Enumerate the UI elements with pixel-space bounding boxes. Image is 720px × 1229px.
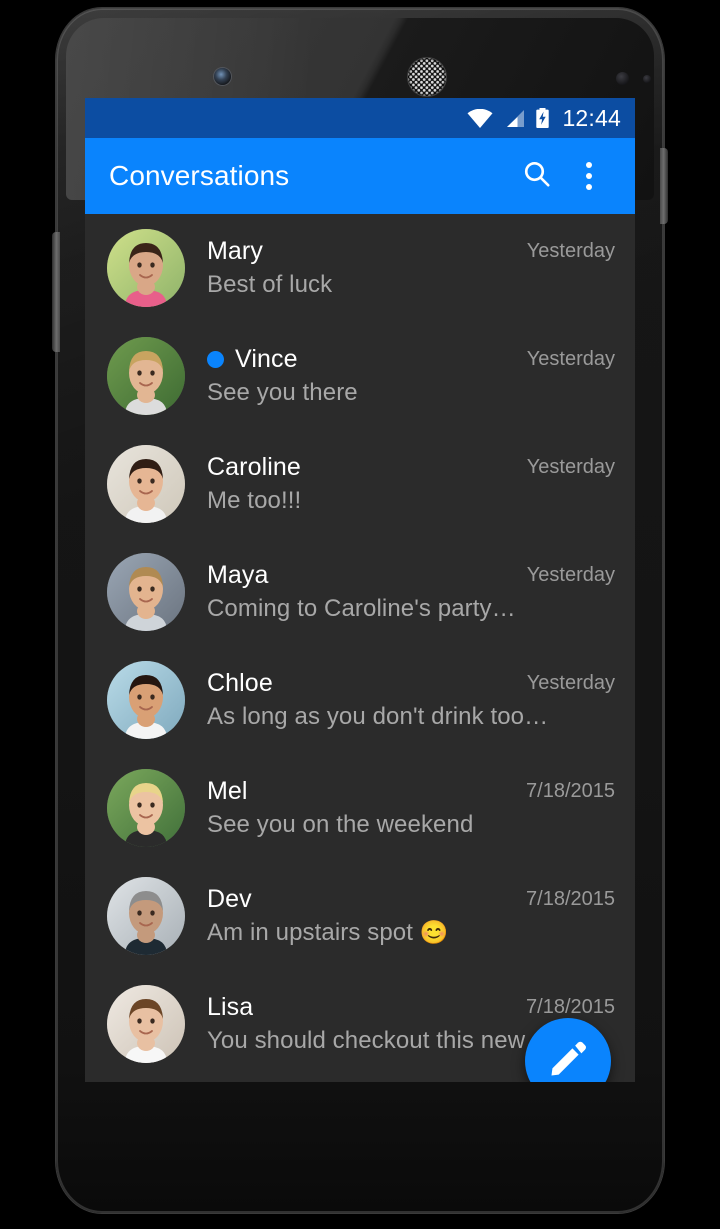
conversation-content: Maya Yesterday Coming to Caroline's party… [207, 561, 615, 623]
conversation-list[interactable]: Mary Yesterday Best of luck Vince Yesterday… [85, 214, 635, 1082]
avatar [107, 337, 185, 415]
message-preview-text: See you there [207, 379, 358, 406]
search-button[interactable] [511, 150, 563, 202]
conversation-content: Mel 7/18/2015 See you on the weekend [207, 777, 615, 839]
contact-name: Dev [207, 885, 252, 913]
message-preview: Best of luck [207, 271, 615, 299]
conversation-header: Caroline Yesterday [207, 453, 615, 482]
conversation-content: Chloe Yesterday As long as you don't drink… [207, 669, 615, 731]
status-bar-clock: 12:44 [562, 104, 621, 131]
overflow-menu-icon [586, 162, 592, 190]
avatar [107, 661, 185, 739]
proximity-sensor-icon [616, 72, 629, 85]
contact-name: Lisa [207, 993, 254, 1021]
message-timestamp: 7/18/2015 [526, 996, 615, 1018]
contact-name: Vince [235, 345, 298, 373]
power-button[interactable] [660, 148, 668, 224]
message-preview: See you there [207, 379, 615, 407]
message-timestamp: Yesterday [526, 348, 615, 370]
avatar [107, 877, 185, 955]
battery-charging-icon [534, 107, 551, 129]
message-preview-text: Coming to Caroline's party… [207, 595, 516, 622]
message-preview-text: You should checkout this new club [207, 1027, 577, 1054]
phone-screen: 12:44 Conversations Mary Yesterday Best … [85, 98, 635, 1082]
conversation-row[interactable]: Caroline Yesterday Me too!!! [85, 430, 635, 538]
message-timestamp: Yesterday [526, 240, 615, 262]
conversation-row[interactable]: Mary Yesterday Best of luck [85, 214, 635, 322]
light-sensor-icon [643, 75, 651, 83]
conversation-header: Vince Yesterday [207, 345, 615, 374]
wifi-icon [467, 108, 493, 128]
overflow-menu-button[interactable] [563, 150, 615, 202]
avatar [107, 445, 185, 523]
conversation-header: Maya Yesterday [207, 561, 615, 590]
conversation-header: Mary Yesterday [207, 237, 615, 266]
message-timestamp: Yesterday [526, 672, 615, 694]
message-preview: See you on the weekend [207, 811, 615, 839]
earpiece-speaker-icon [408, 58, 446, 96]
avatar [107, 985, 185, 1063]
cellular-signal-icon [502, 109, 525, 128]
message-timestamp: Yesterday [526, 564, 615, 586]
volume-rocker-button[interactable] [52, 232, 60, 352]
contact-name: Mary [207, 237, 263, 265]
message-preview-text: Me too!!! [207, 487, 302, 514]
status-bar: 12:44 [85, 98, 635, 138]
conversation-header: Mel 7/18/2015 [207, 777, 615, 806]
contact-name: Maya [207, 561, 269, 589]
message-preview: Am in upstairs spot 😊 [207, 919, 615, 947]
conversation-content: Caroline Yesterday Me too!!! [207, 453, 615, 515]
contact-name: Caroline [207, 453, 301, 481]
message-timestamp: 7/18/2015 [526, 780, 615, 802]
conversation-content: Vince Yesterday See you there [207, 345, 615, 407]
unread-indicator-dot [207, 351, 224, 368]
contact-name: Mel [207, 777, 248, 805]
conversation-header: Lisa 7/18/2015 [207, 993, 615, 1022]
compose-pencil-icon [546, 1037, 590, 1083]
conversation-row[interactable]: Maya Yesterday Coming to Caroline's party… [85, 538, 635, 646]
avatar [107, 769, 185, 847]
message-timestamp: Yesterday [526, 456, 615, 478]
screenshot-stage: 12:44 Conversations Mary Yesterday Best … [0, 0, 720, 1229]
message-preview: As long as you don't drink too… [207, 703, 615, 731]
front-camera-icon [214, 68, 231, 85]
conversation-content: Dev 7/18/2015 Am in upstairs spot 😊 [207, 885, 615, 947]
app-bar: Conversations [85, 138, 635, 214]
search-icon [522, 159, 552, 194]
conversation-content: Mary Yesterday Best of luck [207, 237, 615, 299]
message-preview-text: See you on the weekend [207, 811, 474, 838]
message-timestamp: 7/18/2015 [526, 888, 615, 910]
page-title: Conversations [109, 160, 290, 191]
message-preview-text: As long as you don't drink too… [207, 703, 549, 730]
conversation-row[interactable]: Vince Yesterday See you there [85, 322, 635, 430]
conversation-row[interactable]: Dev 7/18/2015 Am in upstairs spot 😊 [85, 862, 635, 970]
conversation-header: Chloe Yesterday [207, 669, 615, 698]
conversation-row[interactable]: Mel 7/18/2015 See you on the weekend [85, 754, 635, 862]
message-preview: Coming to Caroline's party… [207, 595, 615, 623]
message-preview: Me too!!! [207, 487, 615, 515]
conversation-header: Dev 7/18/2015 [207, 885, 615, 914]
conversation-row[interactable]: Chloe Yesterday As long as you don't drink… [85, 646, 635, 754]
avatar [107, 553, 185, 631]
message-emoji: 😊 [419, 919, 449, 945]
message-preview-text: Am in upstairs spot [207, 919, 420, 946]
message-preview-text: Best of luck [207, 271, 333, 298]
avatar [107, 229, 185, 307]
contact-name: Chloe [207, 669, 273, 697]
